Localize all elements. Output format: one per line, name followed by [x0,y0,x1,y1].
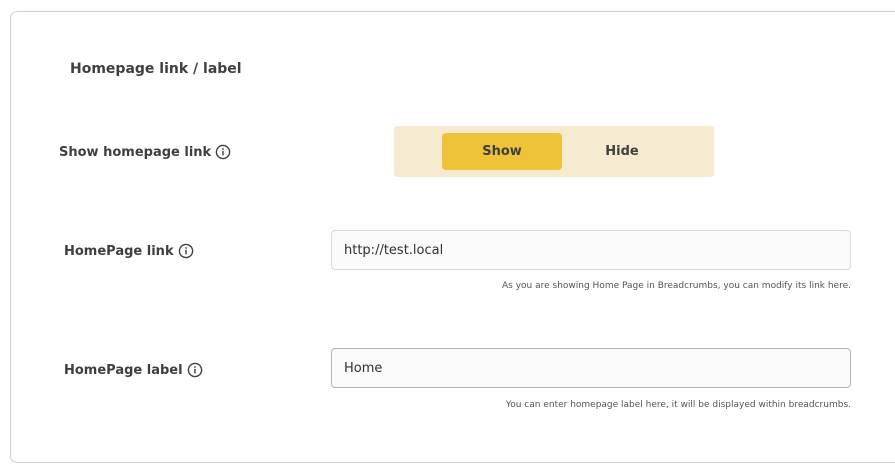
section-title: Homepage link / label [70,61,242,77]
homepage-link-help-text: As you are showing Home Page in Breadcru… [501,281,851,291]
homepage-link-label-row: HomePage link [64,243,194,259]
homepage-link-label: HomePage link [64,243,174,259]
homepage-label-label-row: HomePage label [64,362,203,378]
info-icon[interactable] [215,144,231,160]
homepage-label-label: HomePage label [64,362,183,378]
homepage-label-input[interactable] [331,348,851,388]
info-icon[interactable] [178,243,194,259]
info-icon[interactable] [187,362,203,378]
show-homepage-link-label: Show homepage link [59,144,212,160]
show-hide-toggle-group: Show Hide [394,126,714,177]
homepage-label-help-text: You can enter homepage label here, it wi… [505,400,851,410]
hide-option-button[interactable]: Hide [562,133,682,170]
show-homepage-link-label-row: Show homepage link [59,144,231,160]
homepage-link-input[interactable] [331,230,851,270]
show-option-button[interactable]: Show [442,133,562,170]
